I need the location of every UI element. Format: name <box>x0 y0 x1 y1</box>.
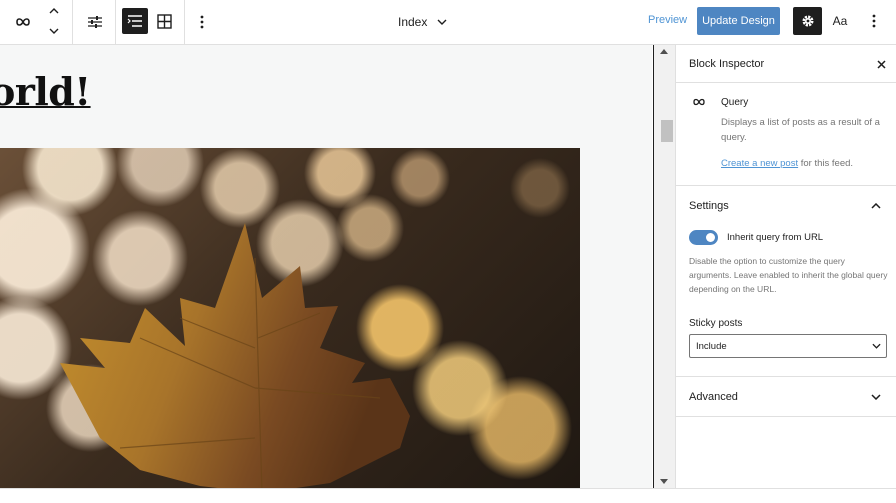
chevron-down-icon <box>49 28 59 34</box>
list-view-icon <box>127 15 142 27</box>
block-type-loop-button[interactable] <box>10 10 36 34</box>
settings-sliders-icon <box>88 16 102 28</box>
close-icon <box>876 59 886 69</box>
editor-canvas[interactable]: orld! <box>0 45 652 488</box>
chevron-down-icon <box>871 394 881 400</box>
scrollbar-thumb[interactable] <box>661 120 673 142</box>
toolbar-divider <box>72 0 73 45</box>
grid-view-button[interactable] <box>152 9 176 33</box>
block-card: Query Displays a list of posts as a resu… <box>676 83 896 186</box>
block-name: Query <box>721 97 749 108</box>
scroll-down-arrow-icon[interactable] <box>660 479 668 484</box>
grid-icon <box>156 13 172 29</box>
create-post-text: Create a new post for this feed. <box>721 158 853 169</box>
inherit-query-toggle[interactable] <box>689 230 718 245</box>
chevron-down-icon <box>437 19 447 25</box>
cog-icon <box>802 15 813 27</box>
bottom-status-strip <box>0 488 896 503</box>
toggle-knob <box>706 233 715 242</box>
sticky-posts-value: Include <box>696 341 727 352</box>
move-down-button[interactable] <box>46 24 62 38</box>
create-post-suffix: for this feed. <box>798 158 854 169</box>
advanced-panel[interactable]: Advanced <box>676 377 896 417</box>
post-title[interactable]: orld! <box>0 69 91 114</box>
document-title-dropdown[interactable]: Index <box>398 12 447 32</box>
loop-icon <box>693 98 705 106</box>
chevron-up-icon <box>871 203 881 209</box>
scroll-up-arrow-icon[interactable] <box>660 49 668 54</box>
inherit-query-label[interactable]: Inherit query from URL <box>727 232 823 243</box>
settings-panel-toggle[interactable] <box>869 199 883 213</box>
sidebar-header: Block Inspector <box>676 45 896 83</box>
sticky-posts-select[interactable]: Include <box>689 334 887 358</box>
chevron-down-icon <box>870 340 882 352</box>
preview-button[interactable]: Preview <box>648 14 687 26</box>
block-description: Displays a list of posts as a result of … <box>721 117 880 143</box>
toolbar-divider <box>184 0 185 45</box>
canvas-scrollbar[interactable] <box>653 45 675 488</box>
document-title: Index <box>398 15 428 29</box>
block-inspector-sidebar: Block Inspector Query Displays a list of… <box>675 45 896 488</box>
sticky-posts-label: Sticky posts <box>689 318 743 329</box>
update-design-button[interactable]: Update Design <box>697 7 780 35</box>
move-up-button[interactable] <box>46 4 62 18</box>
advanced-panel-title[interactable]: Advanced <box>689 391 738 403</box>
advanced-panel-toggle[interactable] <box>869 390 883 404</box>
loop-icon <box>16 18 30 26</box>
editor-top-toolbar: Index Preview Update Design Aa <box>0 0 896 45</box>
settings-toggle-button[interactable] <box>793 7 822 35</box>
block-settings-button[interactable] <box>83 10 107 34</box>
maple-leaf-graphic <box>60 223 410 488</box>
more-vertical-icon <box>200 15 204 29</box>
more-tools-button[interactable] <box>862 7 886 35</box>
settings-panel: Settings Inherit query from URL Disable … <box>676 186 896 377</box>
global-styles-button[interactable]: Aa <box>828 7 852 35</box>
featured-image[interactable] <box>0 148 580 488</box>
inherit-query-help: Disable the option to customize the quer… <box>689 256 888 294</box>
create-new-post-link[interactable]: Create a new post <box>721 158 798 169</box>
chevron-up-icon <box>49 8 59 14</box>
more-options-button[interactable] <box>192 10 212 34</box>
more-vertical-icon <box>872 14 876 28</box>
close-sidebar-button[interactable] <box>873 56 889 72</box>
list-view-button[interactable] <box>122 8 148 34</box>
settings-panel-title[interactable]: Settings <box>689 200 729 212</box>
sidebar-title: Block Inspector <box>689 58 765 70</box>
toolbar-divider <box>115 0 116 45</box>
